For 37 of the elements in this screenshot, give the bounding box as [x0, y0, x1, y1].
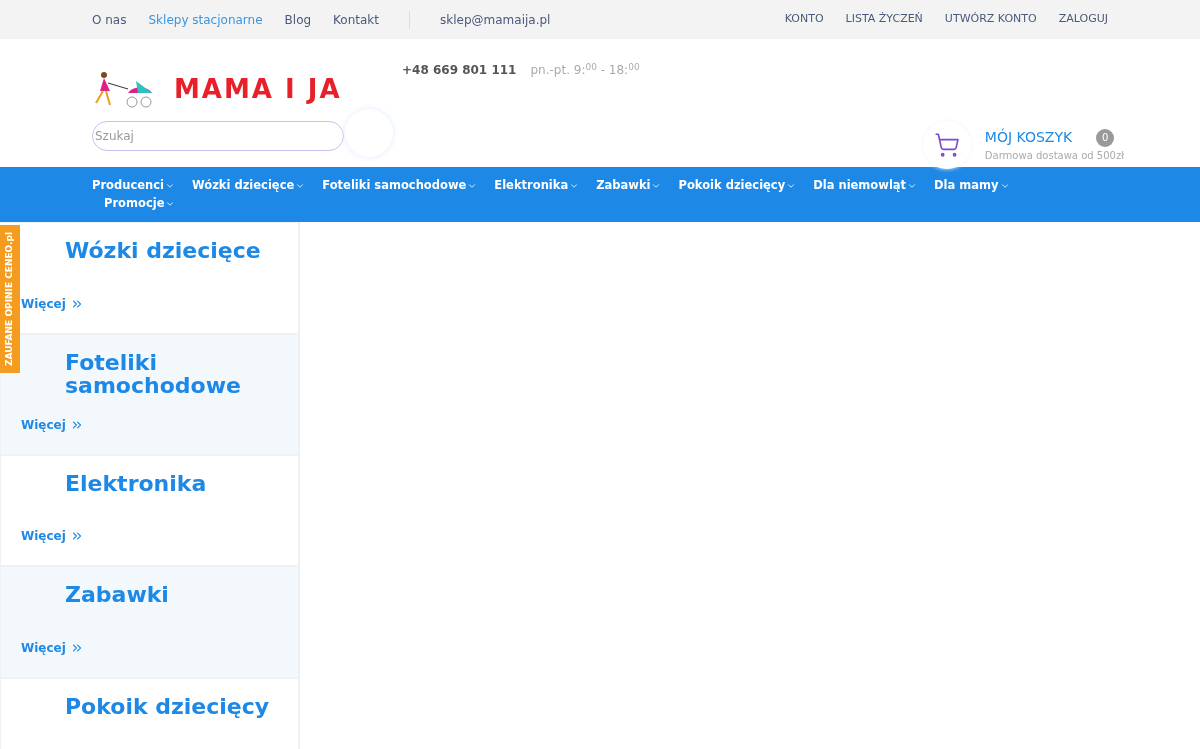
- phone-number: +48 669 801 111: [402, 62, 517, 79]
- logo-text: MAMA I JA: [174, 72, 342, 106]
- category-title[interactable]: Pokoik dziecięcy: [21, 694, 278, 718]
- top-link[interactable]: Kontakt: [333, 10, 380, 29]
- category-title[interactable]: Elektronika: [21, 471, 278, 495]
- account-link[interactable]: ZALOGUJ: [1058, 11, 1108, 28]
- search-field[interactable]: Szukaj: [92, 121, 344, 151]
- account-link[interactable]: UTWÓRZ KONTO: [944, 11, 1037, 28]
- more-link[interactable]: Więcej: [21, 527, 278, 545]
- account-link[interactable]: LISTA ŻYCZEŃ: [845, 11, 923, 28]
- mother-with-pram-icon: [92, 69, 154, 109]
- more-link[interactable]: Więcej: [21, 415, 278, 434]
- opening-hours: pn.-pt. 9:$^{00}$ - 18:$^{00}$: [530, 61, 640, 79]
- category-title[interactable]: Foteliki samochodowe: [21, 350, 278, 397]
- email-link[interactable]: sklep@mamaija.pl: [440, 10, 551, 29]
- nav-menu-item[interactable]: Wózki dziecięce: [192, 177, 306, 194]
- top-link[interactable]: Blog: [284, 10, 312, 29]
- cart-count: 0: [1096, 128, 1115, 147]
- ceneo-reviews-tab[interactable]: ZAUFANE OPINIE CENEO.pl: [0, 225, 20, 373]
- category-title[interactable]: Zabawki: [21, 583, 278, 606]
- more-link[interactable]: Więcej: [21, 294, 278, 313]
- top-link[interactable]: O nas: [92, 10, 127, 29]
- nav-menu-item[interactable]: Zabawki: [596, 177, 662, 194]
- nav-menu-item[interactable]: Producenci: [92, 177, 175, 194]
- free-shipping-note: Darmowa dostawa od 500zł: [984, 149, 1124, 163]
- category-title[interactable]: Wózki dziecięce: [21, 239, 278, 262]
- more-link[interactable]: Więcej: [21, 638, 278, 657]
- cart-icon: [933, 132, 960, 158]
- account-link[interactable]: KONTO: [784, 11, 824, 28]
- nav-menu-item[interactable]: Elektronika: [494, 177, 580, 194]
- nav-menu-item[interactable]: Dla niemowląt: [813, 177, 918, 194]
- cart-title[interactable]: MÓJ KOSZYK: [984, 127, 1073, 148]
- nav-menu-item[interactable]: Pokoik dziecięcy: [678, 177, 797, 194]
- nav-menu-item[interactable]: Foteliki samochodowe: [322, 177, 478, 194]
- nav-menu-item[interactable]: Promocje: [104, 195, 176, 212]
- nav-menu-item[interactable]: Dla mamy: [934, 177, 1010, 194]
- top-link[interactable]: Sklepy stacjonarne: [148, 10, 263, 29]
